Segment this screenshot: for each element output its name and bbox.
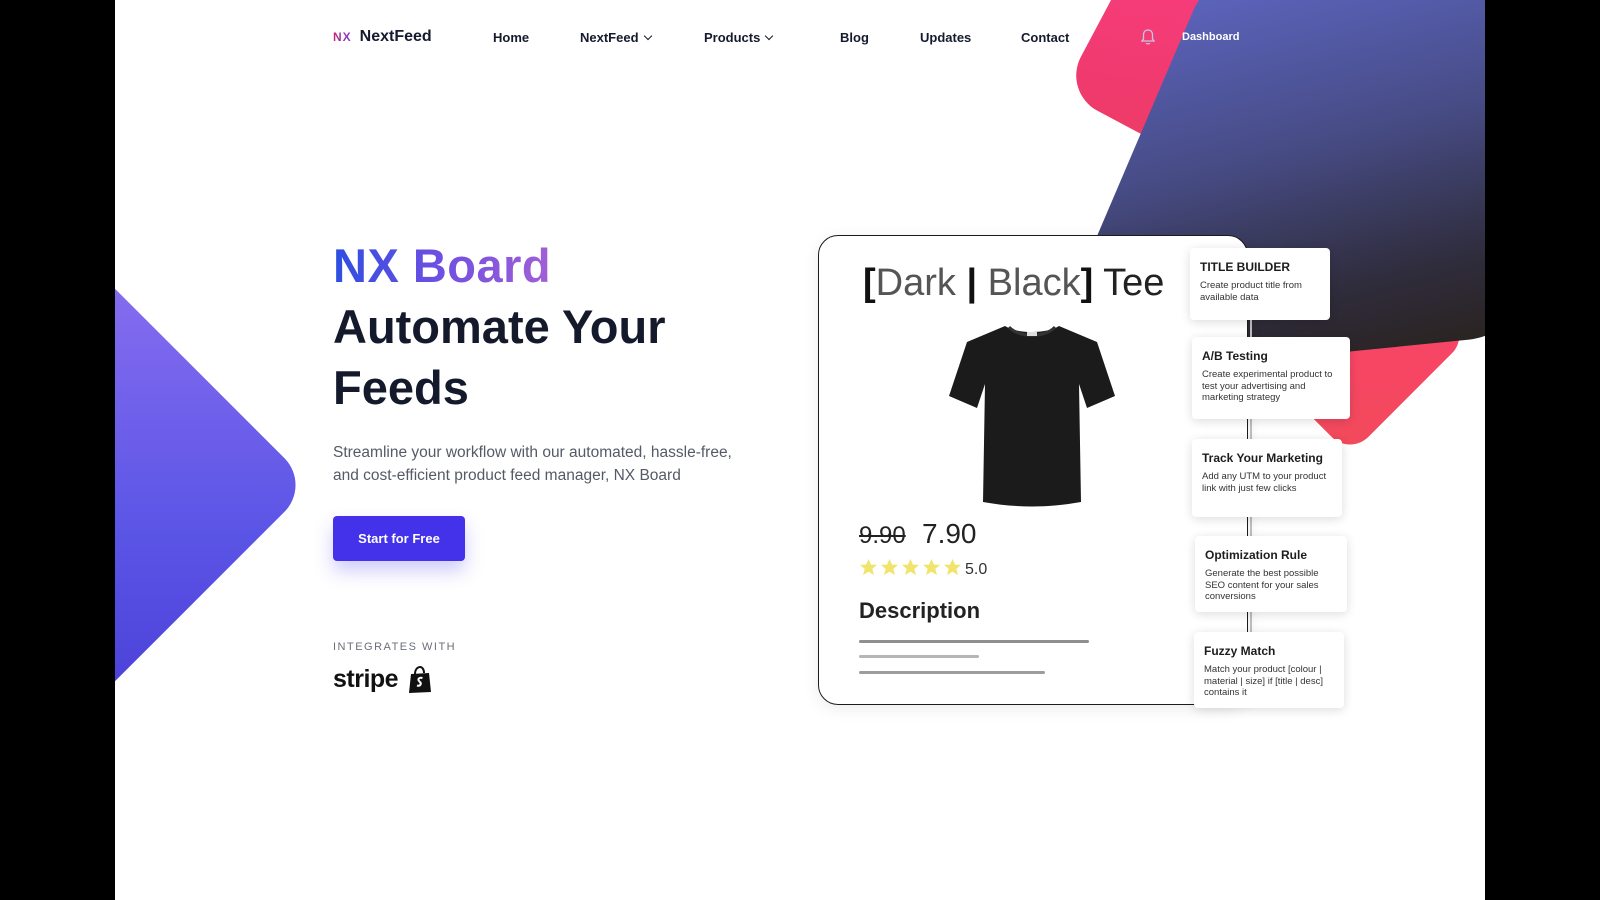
integrates-with-label: INTEGRATES WITH [333,641,457,653]
hero-description: Streamline your workflow with our automa… [333,444,732,484]
feature-title: A/B Testing [1202,349,1268,363]
title-part-tee: Tee [1103,262,1165,304]
bracket-open: [ [863,262,876,304]
nav-blog-label: Blog [840,30,869,45]
feature-title: TITLE BUILDER [1200,260,1290,274]
nav-updates-label: Updates [920,30,972,45]
logo-text: NextFeed [359,28,432,45]
new-price: 7.90 [922,518,977,549]
description-placeholder-line [859,640,1089,643]
nav-products-label: Products [704,30,761,45]
nav-contact-label: Contact [1021,30,1070,45]
title-part-black: Black [987,262,1081,304]
title-separator: | [966,262,978,304]
feature-text: Create product title from available data [1200,280,1302,303]
bell-icon[interactable] [1140,28,1156,46]
product-card: [Dark | Black] Tee 9.90 7.90 5.0 Descrip… [818,235,1248,705]
feature-title: Fuzzy Match [1204,644,1276,658]
top-navbar: NX NextFeed Home NextFeed Products Blog … [115,0,1485,78]
logo-mark: NX [333,30,352,44]
feature-card-ab-testing: A/B Testing Create experimental product … [1192,337,1350,419]
feature-card-title-builder: TITLE BUILDER Create product title from … [1190,248,1330,320]
feature-text: Match your product [colour | material | … [1204,664,1323,698]
feature-text: Create experimental product to test your… [1202,369,1333,403]
nav-products-dropdown[interactable]: Products [704,30,774,45]
dashboard-link[interactable]: Dashboard [1182,31,1239,43]
feature-text: Generate the best possible SEO content f… [1205,568,1319,602]
star-icon [901,558,920,576]
feature-text: Add any UTM to your product link with ju… [1202,471,1327,494]
start-for-free-button[interactable]: Start for Free [333,516,465,561]
old-price: 9.90 [859,522,906,549]
star-icon [943,558,962,576]
description-heading: Description [859,598,981,623]
title-part-dark: Dark [875,262,956,304]
star-icon [922,558,941,576]
decorative-left-shape [115,258,312,712]
nav-nextfeed-label: NextFeed [580,30,639,45]
hero-title: Automate Your Feeds [333,300,666,414]
description-placeholder-line [859,655,979,658]
nav-blog[interactable]: Blog [840,30,869,45]
feature-card-fuzzy-match: Fuzzy Match Match your product [colour |… [1194,632,1344,708]
nav-nextfeed-dropdown[interactable]: NextFeed [580,30,652,45]
black-tshirt-image [949,325,1115,507]
chevron-down-icon [765,31,774,40]
rating-value: 5.0 [965,561,988,578]
landing-page: NX NextFeed Home NextFeed Products Blog … [115,0,1485,900]
star-icon [880,558,899,576]
star-icon [859,558,878,576]
nav-contact[interactable]: Contact [1021,30,1069,45]
chevron-down-icon [643,31,652,40]
bracket-close: ] [1080,262,1094,304]
nav-updates[interactable]: Updates [920,30,971,45]
feature-title: Track Your Marketing [1202,451,1323,465]
nav-home[interactable]: Home [493,30,529,45]
star-rating [859,558,962,577]
logo[interactable]: NX NextFeed [333,28,432,46]
hero-title-accent: NX Board [333,239,552,292]
description-placeholder-line [859,671,1045,674]
shopify-bag-icon [409,666,431,693]
product-title: [Dark | Black] Tee [863,262,1164,305]
feature-card-track-marketing: Track Your Marketing Add any UTM to your… [1192,439,1342,517]
feature-title: Optimization Rule [1205,548,1307,562]
nav-home-label: Home [493,30,530,45]
feature-card-optimization-rule: Optimization Rule Generate the best poss… [1195,536,1347,612]
stripe-logo: stripe [333,665,399,693]
